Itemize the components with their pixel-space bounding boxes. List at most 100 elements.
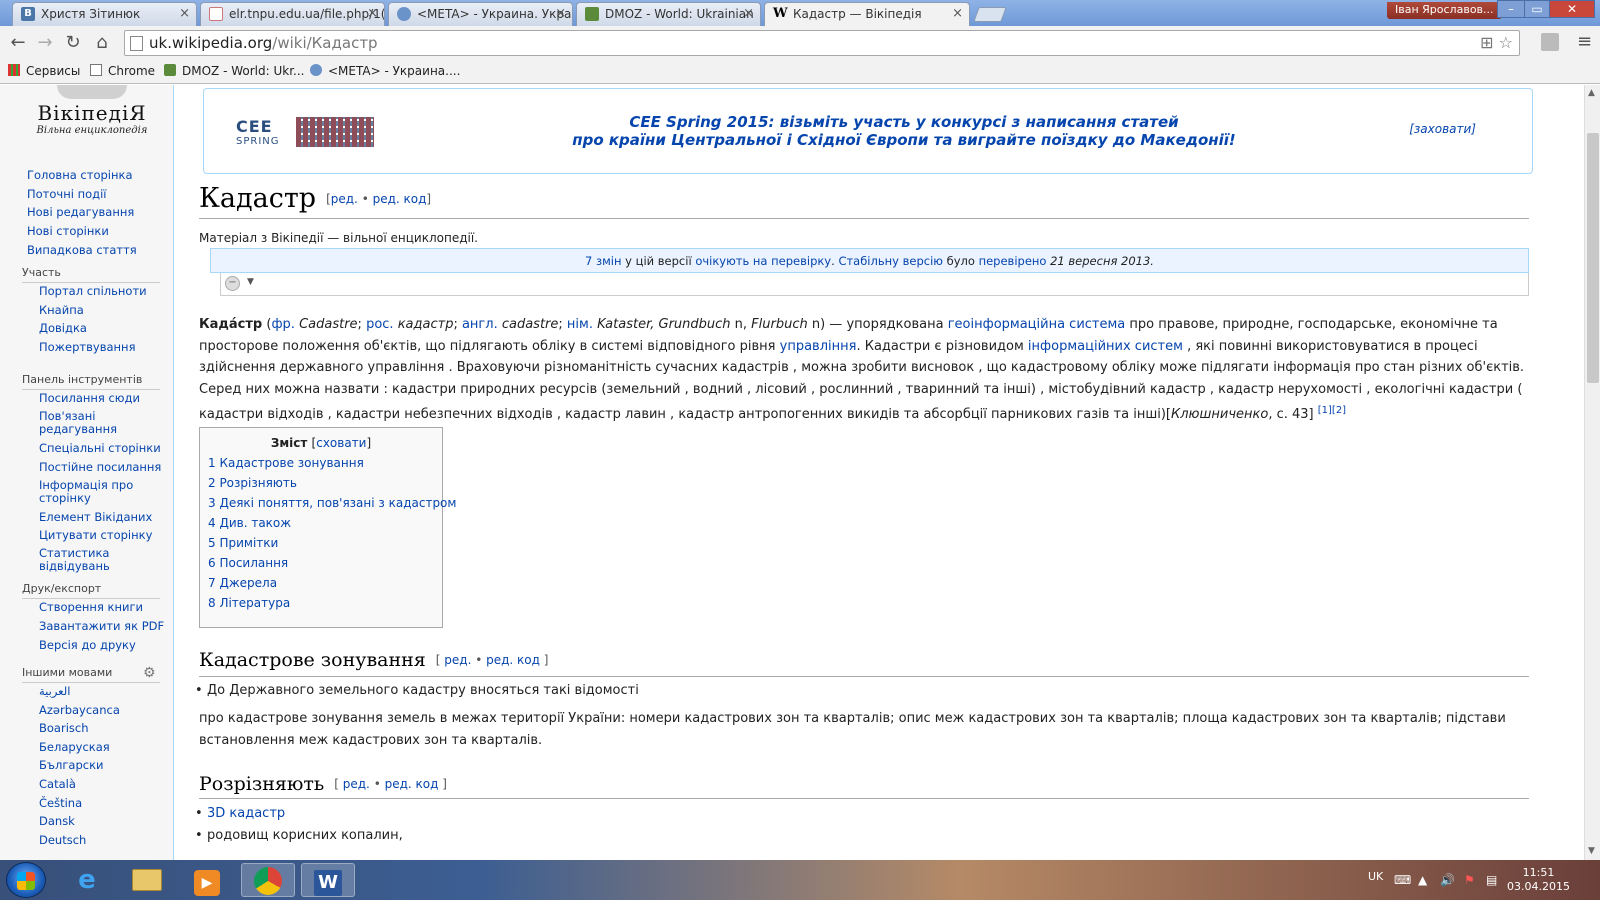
sidebar-item-help[interactable]: Довідка — [39, 322, 169, 335]
toc-item[interactable]: 2 Розрізняють — [208, 476, 442, 496]
hide-banner-link[interactable]: [заховати] — [1409, 122, 1476, 136]
cee-spring-banner[interactable]: CEE SPRING CEE Spring 2015: візьміть уча… — [203, 88, 1533, 174]
sidebar-item-current-events[interactable]: Поточні події — [27, 188, 157, 201]
stable-version-link[interactable]: Стабільну версію — [838, 254, 943, 268]
scroll-up-icon[interactable]: ▲ — [1588, 88, 1595, 98]
lang-link[interactable]: Boarisch — [39, 722, 169, 735]
close-window-button[interactable]: ✕ — [1549, 0, 1595, 18]
keyboard-icon[interactable]: ⌨ — [1394, 873, 1411, 887]
profile-button[interactable]: Іван Ярославов... — [1387, 2, 1502, 19]
sidebar-item-download-pdf[interactable]: Завантажити як PDF — [39, 620, 169, 633]
sidebar-item-page-statistics[interactable]: Статистика відвідувань — [39, 547, 129, 573]
sidebar-item-random-article[interactable]: Випадкова стаття — [27, 244, 157, 257]
tab-wikipedia[interactable]: W Кадастр — Вікіпедія × — [764, 2, 970, 27]
edit-source-link[interactable]: ред. код — [486, 653, 540, 667]
close-icon[interactable]: × — [179, 6, 190, 21]
edit-source-link[interactable]: ред. код — [373, 192, 427, 206]
vertical-scrollbar[interactable]: ▲ ▼ — [1584, 85, 1600, 860]
maximize-button[interactable]: ▭ — [1524, 0, 1550, 18]
close-icon[interactable]: × — [952, 6, 963, 21]
word-icon[interactable]: W — [301, 863, 355, 897]
bookmark-chrome[interactable]: Chrome — [90, 64, 155, 78]
edit-source-link[interactable]: ред. код — [385, 777, 439, 791]
sidebar-item-community-portal[interactable]: Портал спільноти — [39, 285, 169, 298]
forward-icon[interactable]: → — [33, 31, 57, 55]
sidebar-item-wikidata-item[interactable]: Елемент Вікіданих — [39, 511, 169, 524]
lang-link[interactable]: Català — [39, 778, 169, 791]
toc-item[interactable]: 1 Кадастрове зонування — [208, 456, 442, 476]
gis-link[interactable]: геоінформаційна система — [948, 317, 1126, 332]
pending-review-link[interactable]: очікують на перевірку — [695, 254, 831, 268]
minimize-button[interactable]: – — [1497, 0, 1525, 18]
translate-icon[interactable]: ⊞ — [1480, 33, 1493, 52]
sidebar-item-new-pages[interactable]: Нові сторінки — [27, 225, 157, 238]
sidebar-item-village-pump[interactable]: Кнайпа — [39, 304, 169, 317]
bookmark-meta[interactable]: <META> - Украина.... — [310, 64, 460, 78]
lang-link[interactable]: Čeština — [39, 797, 169, 810]
reload-icon[interactable]: ↻ — [61, 31, 85, 55]
toc-toggle-link[interactable]: сховати — [316, 436, 366, 450]
lang-link[interactable]: العربية — [39, 685, 169, 698]
arrow-up-icon[interactable]: ▲ — [1418, 873, 1427, 887]
list-item-link[interactable]: 3D кадастр — [195, 806, 285, 821]
new-tab-button[interactable] — [973, 7, 1007, 22]
lang-link[interactable]: Беларуская — [39, 741, 169, 754]
chrome-icon[interactable] — [241, 863, 295, 897]
home-icon[interactable]: ⌂ — [90, 31, 114, 55]
toc-item[interactable]: 3 Деякі поняття, пов'язані з кадастром — [208, 496, 456, 516]
close-icon[interactable]: × — [743, 6, 754, 21]
chevron-down-icon[interactable]: ▼ — [247, 277, 254, 287]
lang-link-en[interactable]: англ. — [462, 317, 498, 332]
minus-icon[interactable]: − — [225, 276, 240, 291]
gear-icon[interactable]: ⚙ — [143, 665, 156, 681]
sidebar-item-recent-changes[interactable]: Нові редагування — [27, 206, 157, 219]
sidebar-item-printable-version[interactable]: Версія до друку — [39, 639, 169, 652]
close-icon[interactable]: × — [555, 6, 566, 21]
edit-link[interactable]: ред. — [343, 777, 370, 791]
tab-meta[interactable]: <META> - Украина. Укра × — [388, 2, 573, 26]
flag-icon[interactable]: ⚑ — [1464, 873, 1475, 887]
toc-item[interactable]: 5 Примітки — [208, 536, 442, 556]
language-indicator[interactable]: UK — [1368, 870, 1383, 883]
lang-link-ru[interactable]: рос. — [366, 317, 394, 332]
lang-link[interactable]: Deutsch — [39, 834, 169, 847]
scroll-thumb[interactable] — [1587, 133, 1599, 383]
folder-icon[interactable] — [120, 863, 174, 897]
toc-item[interactable]: 6 Посилання — [208, 556, 442, 576]
sidebar-item-create-book[interactable]: Створення книги — [39, 601, 169, 614]
tab-dmoz[interactable]: DMOZ - World: Ukrainian × — [576, 2, 761, 26]
start-button[interactable] — [6, 862, 46, 898]
network-icon[interactable]: ▤ — [1486, 873, 1497, 887]
tab-vk[interactable]: В Христя Зітинюк × — [12, 2, 197, 26]
information-systems-link[interactable]: інформаційних систем — [1028, 339, 1183, 354]
pending-changes-link[interactable]: 7 змін — [585, 254, 621, 268]
extension-icon[interactable] — [1541, 33, 1559, 51]
close-icon[interactable]: × — [367, 6, 378, 21]
toc-item[interactable]: 4 Див. також — [208, 516, 442, 536]
reference-link[interactable]: [1] — [1318, 405, 1332, 416]
sidebar-item-related-changes[interactable]: Пов'язані редагування — [39, 410, 149, 436]
reference-link[interactable]: [2] — [1332, 405, 1346, 416]
sidebar-item-cite-page[interactable]: Цитувати сторінку — [39, 529, 169, 542]
banner-message[interactable]: CEE Spring 2015: візьміть участь у конку… — [504, 113, 1304, 149]
sidebar-item-permanent-link[interactable]: Постійне посилання — [39, 461, 169, 474]
bookmark-dmoz[interactable]: DMOZ - World: Ukr... — [164, 64, 304, 78]
lang-link[interactable]: Български — [39, 759, 169, 772]
clock[interactable]: 11:51 03.04.2015 — [1507, 866, 1570, 894]
menu-icon[interactable]: ≡ — [1577, 31, 1592, 52]
toc-item[interactable]: 7 Джерела — [208, 576, 442, 596]
lang-link[interactable]: Dansk — [39, 815, 169, 828]
bookmark-apps[interactable]: Сервисы — [8, 64, 80, 78]
sidebar-item-what-links-here[interactable]: Посилання сюди — [39, 392, 169, 405]
sidebar-item-special-pages[interactable]: Спеціальні сторінки — [39, 442, 169, 455]
management-link[interactable]: управління — [780, 339, 857, 354]
lang-link[interactable]: Azərbaycanca — [39, 704, 169, 717]
lang-link-fr[interactable]: фр. — [271, 317, 295, 332]
edit-link[interactable]: ред. — [444, 653, 471, 667]
tab-elr[interactable]: elr.tnpu.edu.ua/file.php/1( × — [200, 2, 385, 26]
ie-icon[interactable]: e — [60, 863, 114, 897]
toc-item[interactable]: 8 Література — [208, 596, 442, 616]
checked-link[interactable]: перевірено — [979, 254, 1047, 268]
sidebar-item-page-info[interactable]: Інформація про сторінку — [39, 479, 144, 505]
wikipedia-logo[interactable]: ВікіпедіЯ Вільна енциклопедія — [22, 85, 162, 136]
